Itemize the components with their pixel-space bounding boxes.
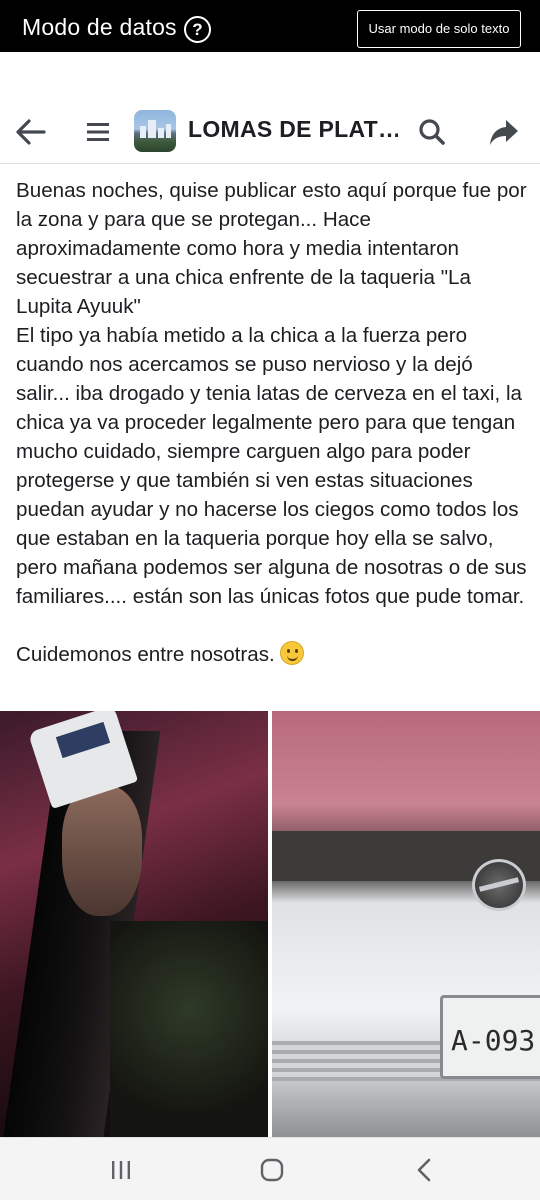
help-icon[interactable]: ? [184,16,211,43]
license-plate: A-093 [440,995,540,1079]
post-photo-left[interactable] [0,711,268,1137]
post-photo-right[interactable]: A-093 [272,711,540,1137]
post-body: Buenas noches, quise publicar esto aquí … [16,176,528,669]
post-body-text: Buenas noches, quise publicar esto aquí … [16,179,527,666]
data-mode-banner: Modo de datos ? Usar modo de solo texto [0,0,540,52]
car-emblem [472,859,526,911]
smiling-face-emoji [280,641,305,665]
recent-apps-icon[interactable] [106,1156,136,1184]
arrow-left-icon[interactable] [13,114,49,150]
group-header: LOMAS DE PLAT… [0,100,540,164]
top-spacer [0,52,540,100]
share-icon[interactable] [486,114,522,150]
hamburger-menu-icon[interactable] [80,114,116,150]
search-icon[interactable] [414,114,450,150]
data-mode-title: Modo de datos [22,14,177,40]
text-only-mode-button[interactable]: Usar modo de solo texto [357,10,521,48]
group-title[interactable]: LOMAS DE PLAT… [188,116,398,143]
system-nav-bar [0,1137,540,1200]
home-icon[interactable] [257,1156,287,1184]
chevron-left-icon[interactable] [409,1156,439,1184]
group-avatar[interactable] [134,110,176,152]
